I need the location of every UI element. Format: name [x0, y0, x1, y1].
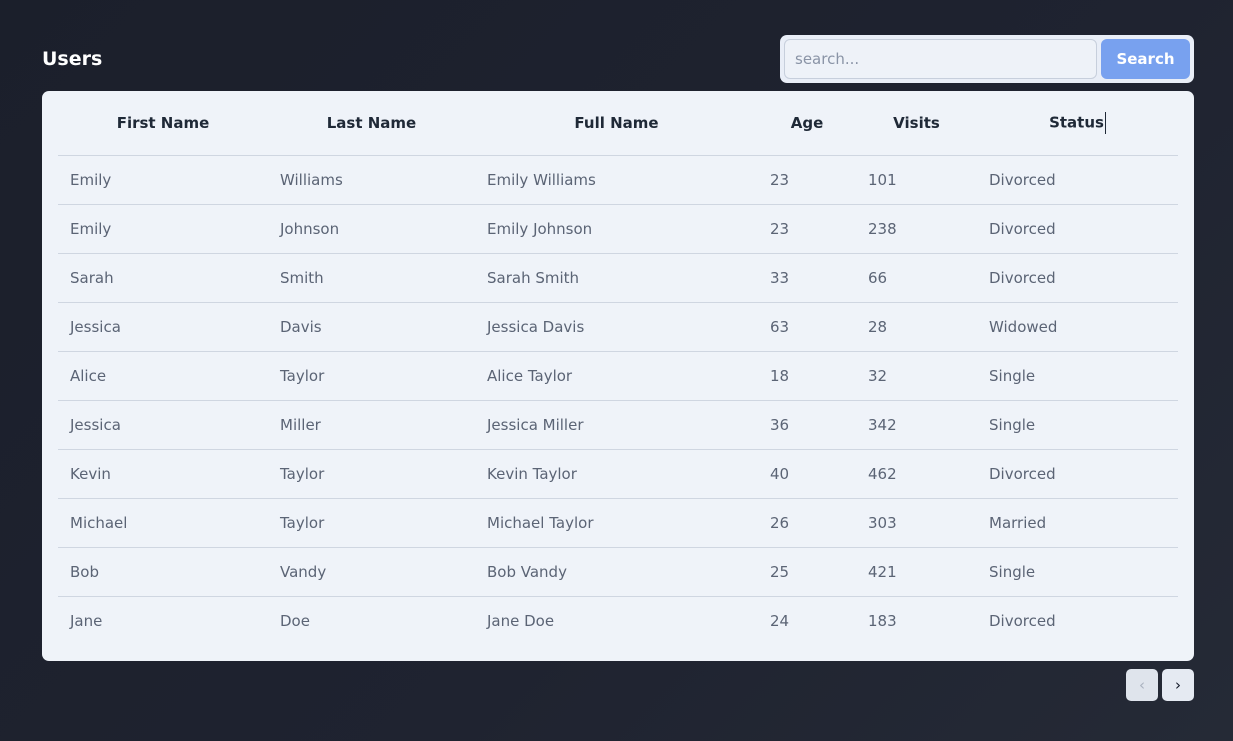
table-row: Jessica Miller Jessica Miller 36 342 Sin… — [58, 400, 1178, 450]
cell-last-name: Vandy — [268, 547, 475, 597]
cell-first-name: Jessica — [58, 400, 268, 450]
cell-visits: 462 — [856, 449, 977, 499]
column-header-age[interactable]: Age — [758, 91, 856, 156]
table-header: First Name Last Name Full Name Age Visit… — [58, 91, 1178, 156]
cell-visits: 32 — [856, 351, 977, 401]
cell-status: Divorced — [977, 204, 1178, 254]
column-header-full-name[interactable]: Full Name — [475, 91, 758, 156]
cell-full-name: Jane Doe — [487, 612, 555, 630]
cell-last-name: Johnson — [268, 204, 475, 254]
cell-status: Single — [977, 400, 1178, 450]
table-row: Jane Doe Jane Doe 24 183 Divorced — [58, 597, 1178, 646]
cell-last-name: Taylor — [268, 449, 475, 499]
cell-age: 36 — [758, 400, 856, 450]
table-row: Emily Johnson Emily Johnson 23 238 Divor… — [58, 204, 1178, 254]
cell-visits: 66 — [856, 253, 977, 303]
cell-full-name: Sarah Smith — [475, 253, 758, 303]
cell-first-name: Kevin — [58, 449, 268, 499]
column-header-status-label: Status — [1049, 113, 1104, 132]
cell-status: Divorced — [989, 612, 1056, 630]
cell-status: Divorced — [977, 253, 1178, 303]
cell-status: Widowed — [977, 302, 1178, 352]
cell-first-name: Alice — [58, 351, 268, 401]
cell-age: 63 — [758, 302, 856, 352]
table-row: Alice Taylor Alice Taylor 18 32 Single — [58, 351, 1178, 401]
cell-last-name: Williams — [268, 155, 475, 205]
cell-visits: 342 — [856, 400, 977, 450]
table-body: Emily Williams Emily Williams 23 101 Div… — [58, 155, 1178, 646]
users-table: First Name Last Name Full Name Age Visit… — [58, 91, 1178, 645]
cell-full-name: Emily Williams — [475, 155, 758, 205]
cell-visits: 183 — [868, 612, 897, 630]
cell-full-name: Emily Johnson — [475, 204, 758, 254]
cell-visits: 101 — [856, 155, 977, 205]
cell-status: Single — [977, 547, 1178, 597]
cell-age: 33 — [758, 253, 856, 303]
column-header-first-name[interactable]: First Name — [58, 91, 268, 156]
chevron-right-icon: › — [1175, 676, 1181, 694]
column-header-visits[interactable]: Visits — [856, 91, 977, 156]
cell-first-name: Michael — [58, 498, 268, 548]
search-input[interactable] — [784, 39, 1097, 79]
page-title: Users — [42, 48, 103, 70]
cell-first-name: Sarah — [58, 253, 268, 303]
column-header-last-name[interactable]: Last Name — [268, 91, 475, 156]
cell-visits: 238 — [856, 204, 977, 254]
page-header: Users Search — [42, 35, 1194, 83]
cell-visits: 28 — [856, 302, 977, 352]
table-row: Michael Taylor Michael Taylor 26 303 Mar… — [58, 498, 1178, 548]
cell-visits: 303 — [856, 498, 977, 548]
cell-full-name: Michael Taylor — [475, 498, 758, 548]
table-row: Bob Vandy Bob Vandy 25 421 Single — [58, 547, 1178, 597]
cell-first-name: Emily — [58, 204, 268, 254]
cell-status: Divorced — [977, 449, 1178, 499]
header-row: First Name Last Name Full Name Age Visit… — [58, 91, 1178, 156]
cell-status: Married — [977, 498, 1178, 548]
cell-full-name: Bob Vandy — [475, 547, 758, 597]
cell-status: Single — [977, 351, 1178, 401]
cell-age: 24 — [770, 612, 790, 630]
cell-full-name: Jessica Miller — [475, 400, 758, 450]
prev-page-button[interactable]: ‹ — [1126, 669, 1158, 701]
table-row: Sarah Smith Sarah Smith 33 66 Divorced — [58, 253, 1178, 303]
next-page-button[interactable]: › — [1162, 669, 1194, 701]
cell-age: 25 — [758, 547, 856, 597]
users-table-card: First Name Last Name Full Name Age Visit… — [42, 91, 1194, 661]
chevron-left-icon: ‹ — [1139, 676, 1145, 694]
cell-full-name: Kevin Taylor — [475, 449, 758, 499]
cell-first-name: Emily — [58, 155, 268, 205]
table-row: Jessica Davis Jessica Davis 63 28 Widowe… — [58, 302, 1178, 352]
cell-visits: 421 — [856, 547, 977, 597]
cell-last-name: Davis — [268, 302, 475, 352]
cell-last-name: Miller — [268, 400, 475, 450]
cell-age: 23 — [758, 155, 856, 205]
cell-first-name: Jessica — [58, 302, 268, 352]
search-button[interactable]: Search — [1101, 39, 1190, 79]
search-box: Search — [780, 35, 1194, 83]
cell-full-name: Jessica Davis — [475, 302, 758, 352]
cell-first-name: Bob — [58, 547, 268, 597]
cell-age: 18 — [758, 351, 856, 401]
pagination: ‹ › — [1126, 669, 1194, 701]
cell-status: Divorced — [977, 155, 1178, 205]
table-row: Emily Williams Emily Williams 23 101 Div… — [58, 155, 1178, 205]
cell-first-name: Jane — [70, 612, 103, 630]
cell-age: 40 — [758, 449, 856, 499]
cell-last-name: Taylor — [268, 351, 475, 401]
cell-last-name: Smith — [268, 253, 475, 303]
cell-age: 26 — [758, 498, 856, 548]
cell-age: 23 — [758, 204, 856, 254]
cell-last-name: Taylor — [268, 498, 475, 548]
cell-last-name: Doe — [280, 612, 310, 630]
text-cursor — [1104, 112, 1106, 134]
cell-full-name: Alice Taylor — [475, 351, 758, 401]
column-header-status[interactable]: Status — [977, 91, 1178, 156]
table-row: Kevin Taylor Kevin Taylor 40 462 Divorce… — [58, 449, 1178, 499]
